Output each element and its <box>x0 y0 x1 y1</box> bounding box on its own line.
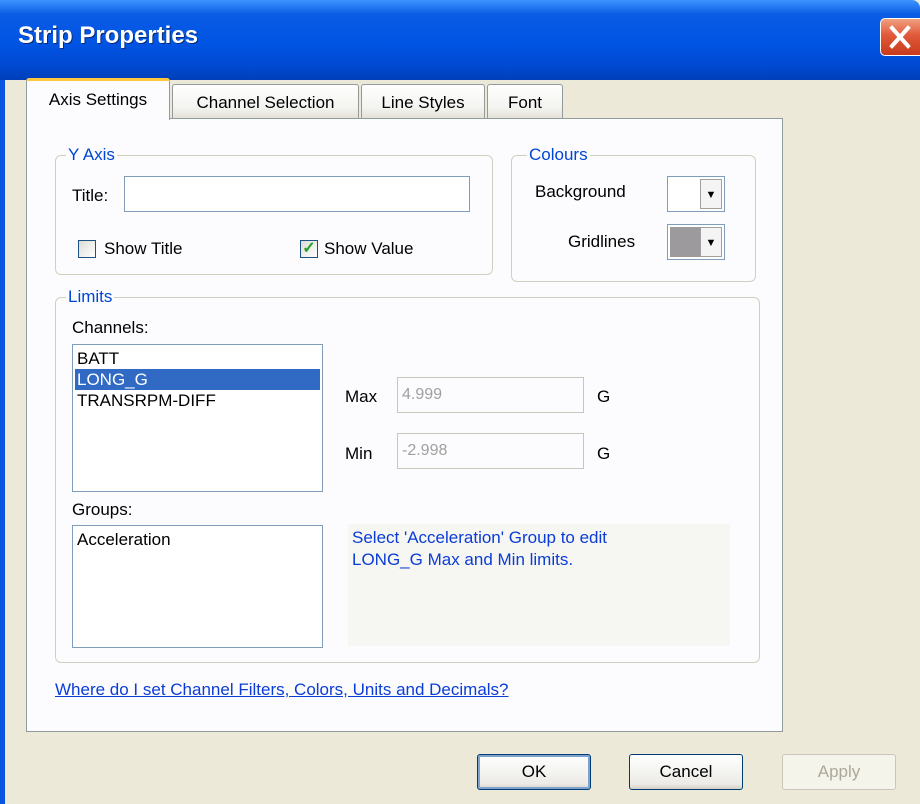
channels-listbox[interactable]: BATT LONG_G TRANSRPM-DIFF <box>72 344 323 492</box>
min-label: Min <box>345 444 373 463</box>
max-input[interactable] <box>397 377 584 413</box>
colours-legend: Colours <box>527 145 590 165</box>
show-value-label[interactable]: Show Value <box>324 239 413 259</box>
groups-label: Groups: <box>72 500 133 519</box>
y-axis-legend: Y Axis <box>66 145 117 165</box>
show-title-checkbox[interactable] <box>78 240 96 258</box>
close-icon <box>889 25 911 49</box>
max-label: Max <box>345 387 378 406</box>
window-title: Strip Properties <box>18 22 199 49</box>
tab-axis-settings-label: Axis Settings <box>48 90 148 109</box>
tab-channel-selection-label: Channel Selection <box>196 93 335 112</box>
min-unit: G <box>597 444 611 463</box>
tab-axis-settings[interactable]: Axis Settings <box>26 78 170 120</box>
cancel-button[interactable]: Cancel <box>629 754 743 790</box>
list-item[interactable]: TRANSRPM-DIFF <box>75 390 320 411</box>
info-line: LONG_G Max and Min limits. <box>352 550 574 569</box>
min-input[interactable] <box>397 433 584 469</box>
tab-line-styles-label: Line Styles <box>381 93 465 112</box>
tab-font[interactable]: Font <box>487 84 563 118</box>
list-item[interactable]: LONG_G <box>75 369 320 390</box>
tab-font-label: Font <box>507 93 543 112</box>
chevron-down-icon: ▼ <box>705 237 717 249</box>
info-line: Select 'Acceleration' Group to edit <box>352 528 608 547</box>
title-bar: Strip Properties <box>0 0 920 80</box>
list-item[interactable]: BATT <box>75 348 320 369</box>
tab-channel-selection[interactable]: Channel Selection <box>172 84 359 118</box>
show-value-checkbox[interactable]: ✓ <box>300 240 318 258</box>
ok-button[interactable]: OK <box>477 754 591 790</box>
groups-listbox[interactable]: Acceleration <box>72 525 323 648</box>
background-color-picker[interactable]: ▼ <box>667 176 725 212</box>
gridlines-color-swatch <box>670 227 700 257</box>
max-unit: G <box>597 387 611 406</box>
background-dropdown-button[interactable]: ▼ <box>700 179 722 209</box>
chevron-down-icon: ▼ <box>705 189 717 201</box>
gridlines-color-picker[interactable]: ▼ <box>667 224 725 260</box>
background-label: Background <box>535 182 626 201</box>
title-label: Title: <box>72 186 109 205</box>
tab-line-styles[interactable]: Line Styles <box>361 84 485 118</box>
apply-button[interactable]: Apply <box>782 754 896 790</box>
background-color-swatch <box>670 179 700 209</box>
colours-group <box>511 155 756 282</box>
close-button[interactable] <box>880 18 920 56</box>
list-item[interactable]: Acceleration <box>75 529 320 550</box>
show-title-label[interactable]: Show Title <box>104 239 182 259</box>
title-input[interactable] <box>124 176 470 212</box>
gridlines-dropdown-button[interactable]: ▼ <box>700 227 722 257</box>
window-frame <box>0 80 5 804</box>
gridlines-label: Gridlines <box>568 232 636 251</box>
limits-legend: Limits <box>66 287 115 307</box>
checkmark-icon: ✓ <box>302 240 316 257</box>
help-link[interactable]: Where do I set Channel Filters, Colors, … <box>55 680 509 700</box>
channels-label: Channels: <box>72 318 149 337</box>
limits-info-text: Select 'Acceleration' Group to edit LONG… <box>348 524 730 646</box>
